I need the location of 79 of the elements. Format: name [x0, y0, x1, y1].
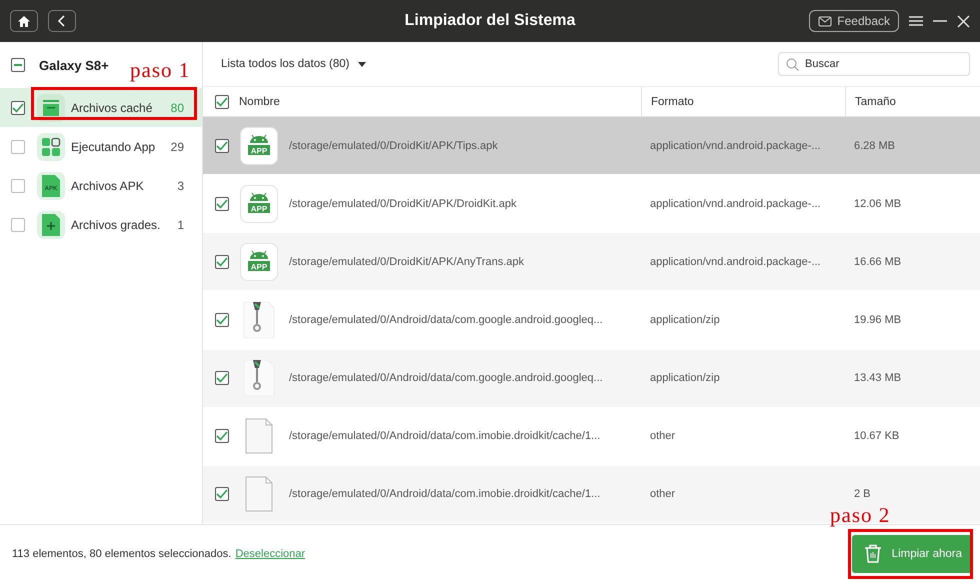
checkbox[interactable] [215, 138, 229, 152]
device-name: Galaxy S8+ [39, 58, 109, 72]
android-app-icon: APP [240, 184, 278, 223]
checkbox[interactable] [215, 487, 229, 502]
checkbox[interactable] [11, 178, 25, 192]
category-count: 3 [177, 178, 184, 192]
mail-icon [818, 16, 832, 26]
add-file-icon [42, 214, 60, 236]
android-app-icon: APP [240, 126, 278, 164]
window-title: Limpiador del Sistema [404, 12, 576, 30]
back-button[interactable] [48, 10, 76, 32]
file-size: 16.66 MB [854, 256, 902, 268]
file-format: application/vnd.android.package-... [650, 198, 821, 210]
file-size: 6.28 MB [854, 140, 895, 152]
annotation-label: paso 2 [830, 505, 890, 526]
column-header[interactable]: Tamaño [855, 96, 896, 108]
file-size: 13.43 MB [854, 372, 902, 384]
close-icon[interactable] [957, 14, 970, 28]
file-path: /storage/emulated/0/Android/data/com.google.android.googleq... [289, 372, 603, 384]
feedback-button[interactable]: Feedback [809, 10, 899, 32]
folder-icon [42, 100, 60, 116]
checkbox[interactable] [11, 218, 25, 232]
file-row[interactable]: APP /storage/emulated/0/DroidKit/APK/AnyTrans.apk application/vnd.android.package-... 16.66 MB [203, 233, 980, 292]
category-label: Archivos caché [71, 100, 154, 114]
category-label: Ejecutando App [71, 140, 156, 154]
file-size: 12.06 MB [854, 198, 902, 210]
home-icon [17, 14, 31, 28]
blank-file-icon [245, 418, 273, 454]
checkbox[interactable] [11, 140, 25, 154]
zip-file-icon [243, 302, 275, 338]
file-path: /storage/emulated/0/DroidKit/APK/DroidKit.apk [289, 198, 516, 210]
checkbox[interactable] [215, 254, 229, 269]
filter-dropdown[interactable]: Lista todos los datos (80) [215, 57, 372, 72]
column-header[interactable]: Nombre [239, 96, 280, 108]
file-path: /storage/emulated/0/Android/data/com.google.android.googleq... [289, 314, 603, 326]
file-format: application/zip [650, 314, 720, 326]
android-app-icon: APP [240, 242, 278, 281]
file-row[interactable]: APP /storage/emulated/0/DroidKit/APK/Tips.apk application/vnd.android.package-... 6.28 MB [203, 116, 980, 176]
checkbox[interactable] [215, 312, 229, 327]
file-row[interactable]: /storage/emulated/0/Android/data/com.google.android.googleq... application/zip 13.43 MB [203, 350, 980, 408]
search-icon [786, 58, 799, 72]
category-count: 80 [170, 100, 184, 114]
checkbox[interactable] [215, 429, 229, 444]
select-all-checkbox[interactable] [215, 94, 229, 109]
back-icon [57, 14, 67, 28]
home-button[interactable] [10, 10, 38, 32]
file-path: /storage/emulated/0/DroidKit/APK/Tips.apk [289, 140, 498, 152]
category-count: 1 [177, 218, 184, 232]
trash-icon [864, 544, 882, 563]
checkbox[interactable] [215, 196, 229, 211]
category-label: Archivos APK [71, 178, 145, 192]
file-format: other [650, 488, 676, 500]
apps-grid-icon [41, 136, 61, 156]
device-checkbox[interactable] [11, 58, 25, 72]
file-format: application/vnd.android.package-... [650, 256, 821, 268]
minimize-icon[interactable] [933, 20, 947, 22]
search-field[interactable]: Buscar [778, 52, 970, 76]
blank-file-icon [245, 476, 273, 512]
caret-icon [358, 62, 366, 67]
column-header[interactable]: Formato [651, 96, 694, 108]
file-path: /storage/emulated/0/Android/data/com.imobie.droidkit/cache/1... [289, 430, 600, 442]
file-path: /storage/emulated/0/Android/data/com.imobie.droidkit/cache/1... [289, 488, 600, 500]
sidebar-item[interactable]: Archivos grades. 1 [0, 205, 202, 244]
checkbox[interactable] [11, 100, 25, 114]
file-path: /storage/emulated/0/DroidKit/APK/AnyTrans.apk [289, 256, 524, 268]
checkbox[interactable] [215, 371, 229, 386]
category-label: Archivos grades. [71, 218, 162, 232]
annotation-label: paso 1 [130, 60, 190, 81]
menu-icon[interactable] [909, 15, 923, 27]
sidebar-item[interactable]: Ejecutando App 29 [0, 127, 202, 166]
category-count: 29 [170, 140, 184, 154]
file-format: application/vnd.android.package-... [650, 140, 821, 152]
file-size: 19.96 MB [854, 314, 902, 326]
file-format: application/zip [650, 372, 720, 384]
status-text: 113 elementos, 80 elementos seleccionados. [12, 548, 232, 560]
file-format: other [650, 430, 676, 442]
file-size: 10.67 KB [854, 430, 900, 442]
file-size: 2 B [854, 488, 871, 500]
zip-file-icon [243, 360, 275, 396]
